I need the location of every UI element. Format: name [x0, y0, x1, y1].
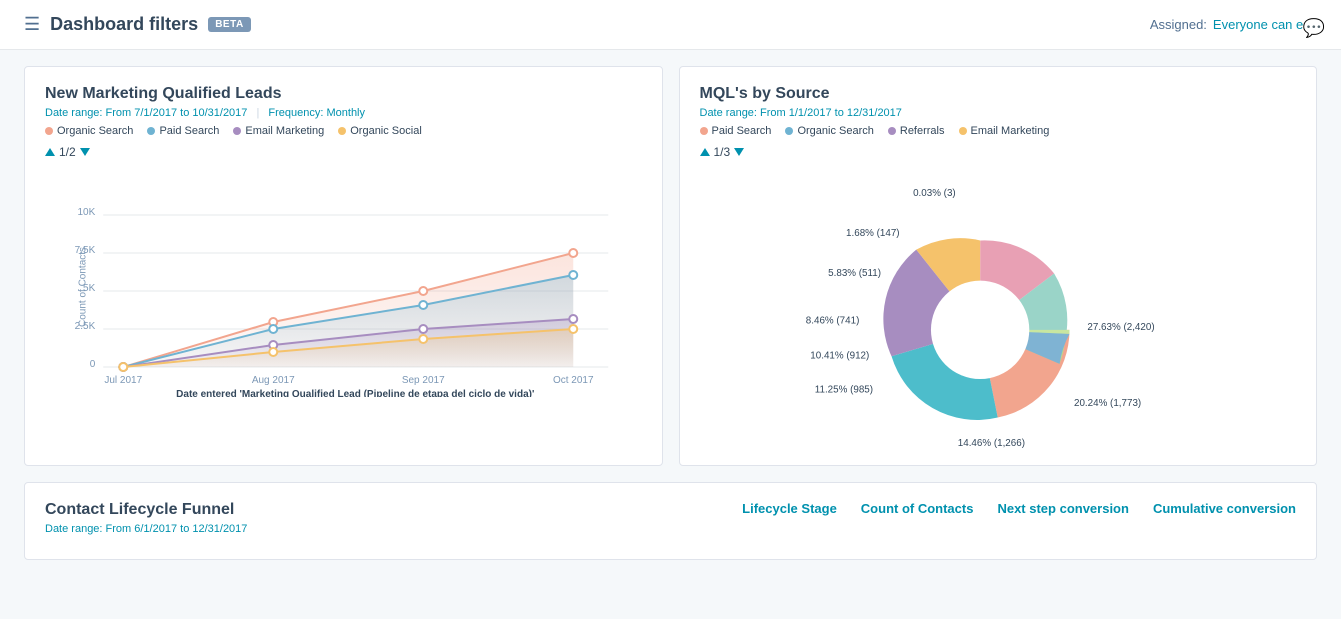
col-lifecycle-stage: Lifecycle Stage: [737, 501, 837, 516]
svg-text:10K: 10K: [77, 207, 95, 218]
dot-paid-search: [147, 127, 155, 135]
col-count-contacts: Count of Contacts: [861, 501, 974, 516]
svg-text:Date entered 'Marketing Qualif: Date entered 'Marketing Qualified Lead (…: [176, 389, 534, 397]
lifecycle-funnel-card: Contact Lifecycle Funnel Date range: Fro…: [24, 482, 1317, 560]
svg-text:0: 0: [90, 359, 96, 370]
svg-text:Aug 2017: Aug 2017: [252, 375, 295, 386]
next-page-down[interactable]: [80, 148, 90, 156]
svg-text:14.46% (1,266): 14.46% (1,266): [958, 438, 1025, 449]
dot2-email-marketing: [959, 127, 967, 135]
card1-title: New Marketing Qualified Leads: [45, 85, 642, 103]
dot2-organic-search: [785, 127, 793, 135]
dot-email-marketing: [233, 127, 241, 135]
svg-text:1.68% (147): 1.68% (147): [846, 227, 900, 238]
svg-text:Count of Contacts: Count of Contacts: [77, 247, 88, 327]
card2-pagination-label: 1/3: [714, 145, 731, 159]
svg-text:Jul 2017: Jul 2017: [104, 375, 142, 386]
card1-subtitle: Date range: From 7/1/2017 to 10/31/2017 …: [45, 107, 642, 119]
svg-text:11.25% (985): 11.25% (985): [814, 384, 872, 395]
card3-subtitle: Date range: From 6/1/2017 to 12/31/2017: [45, 523, 247, 535]
beta-badge: BETA: [208, 17, 250, 32]
line-chart-area: 0 2.5K 5K 7.5K 10K Count of Contacts: [45, 167, 642, 397]
card2-next-down[interactable]: [734, 148, 744, 156]
card2-pagination: 1/3: [700, 145, 1297, 159]
legend2-email-marketing: Email Marketing: [959, 125, 1050, 137]
svg-text:5.83% (511): 5.83% (511): [828, 268, 881, 279]
legend2-referrals: Referrals: [888, 125, 945, 137]
hamburger-icon[interactable]: ☰: [24, 14, 40, 35]
prev-page-up[interactable]: [45, 148, 55, 156]
dot2-referrals: [888, 127, 896, 135]
svg-text:20.24% (1,773): 20.24% (1,773): [1074, 397, 1141, 408]
card2-subtitle: Date range: From 1/1/2017 to 12/31/2017: [700, 107, 1297, 119]
legend-organic-social: Organic Social: [338, 125, 422, 137]
svg-text:8.46% (741): 8.46% (741): [806, 315, 860, 326]
legend-organic-search: Organic Search: [45, 125, 133, 137]
dot-organic-search: [45, 127, 53, 135]
assigned-label: Assigned:: [1150, 17, 1207, 32]
top-bar: ☰ Dashboard filters BETA Assigned: Every…: [0, 0, 1341, 50]
svg-text:0.03% (3): 0.03% (3): [913, 187, 956, 198]
card1-legend: Organic Search Paid Search Email Marketi…: [45, 125, 642, 137]
assigned-value[interactable]: Everyone can edit: [1213, 17, 1317, 32]
svg-text:Oct 2017: Oct 2017: [553, 375, 594, 386]
card2-legend: Paid Search Organic Search Referrals Ema…: [700, 125, 1297, 137]
legend2-organic-search: Organic Search: [785, 125, 873, 137]
card3-title: Contact Lifecycle Funnel: [45, 501, 247, 519]
legend2-paid-search: Paid Search: [700, 125, 772, 137]
mql-by-source-card: MQL's by Source Date range: From 1/1/201…: [679, 66, 1318, 466]
card1-pagination: 1/2: [45, 145, 642, 159]
card2-title: MQL's by Source: [700, 85, 1297, 103]
legend-email-marketing: Email Marketing: [233, 125, 324, 137]
pie-chart-area: 27.63% (2,420) 20.24% (1,773) 14.46% (1,…: [700, 167, 1297, 447]
svg-text:27.63% (2,420): 27.63% (2,420): [1087, 321, 1154, 332]
legend-paid-search: Paid Search: [147, 125, 219, 137]
line-chart-svg: 0 2.5K 5K 7.5K 10K Count of Contacts: [45, 167, 642, 397]
svg-text:Sep 2017: Sep 2017: [402, 375, 445, 386]
donut-chart-svg: 27.63% (2,420) 20.24% (1,773) 14.46% (1,…: [738, 160, 1258, 455]
pagination-label: 1/2: [59, 145, 76, 159]
col-cumulative: Cumulative conversion: [1153, 501, 1296, 516]
dot-organic-social: [338, 127, 346, 135]
col-next-step: Next step conversion: [997, 501, 1129, 516]
dot2-paid-search: [700, 127, 708, 135]
svg-text:10.41% (912): 10.41% (912): [810, 350, 869, 361]
card2-prev-up[interactable]: [700, 148, 710, 156]
dashboard-title: Dashboard filters: [50, 14, 198, 35]
mql-line-chart-card: New Marketing Qualified Leads Date range…: [24, 66, 663, 466]
chat-icon[interactable]: 💬: [1303, 18, 1325, 39]
